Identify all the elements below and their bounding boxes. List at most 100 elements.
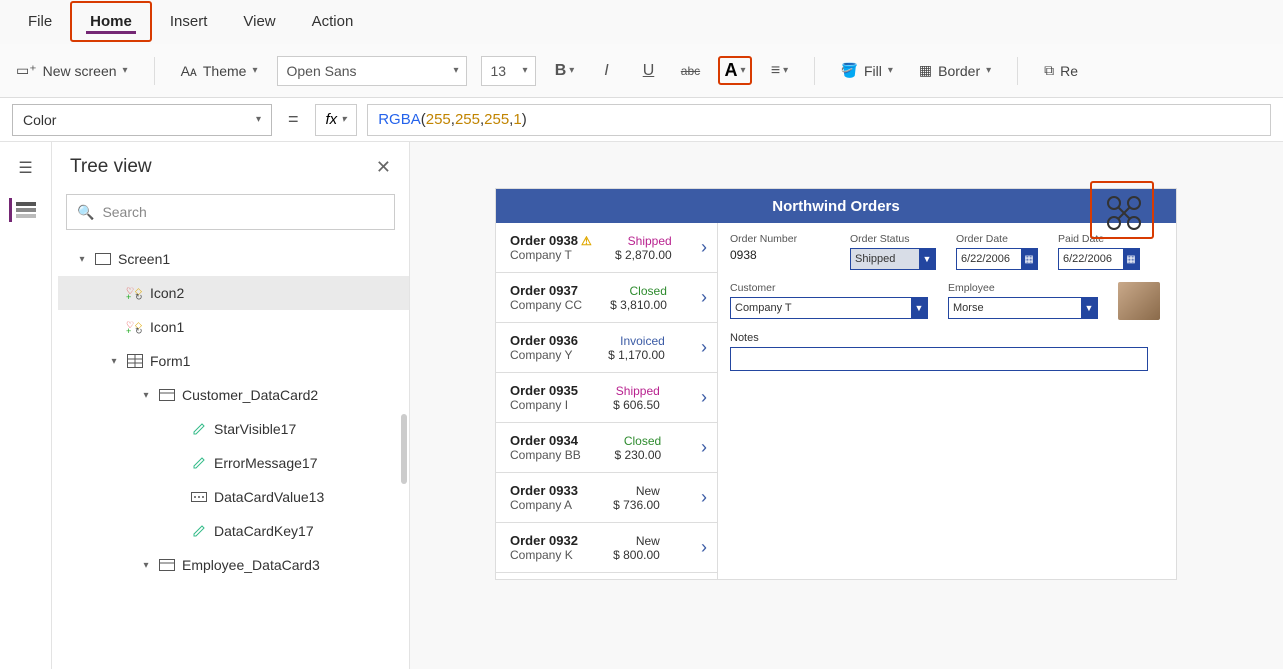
menu-view[interactable]: View bbox=[225, 3, 293, 40]
align-button[interactable]: ≡▾ bbox=[766, 57, 794, 85]
reorder-button[interactable]: ⧉ Re bbox=[1038, 58, 1084, 83]
tree-item[interactable]: DataCardKey17 bbox=[58, 514, 409, 548]
fx-label: fx bbox=[326, 111, 338, 128]
tree-item[interactable]: ▾Screen1 bbox=[58, 242, 409, 276]
order-amount: $ 606.50 bbox=[613, 398, 660, 412]
fx-button[interactable]: fx ▾ bbox=[315, 104, 358, 136]
menu-file[interactable]: File bbox=[10, 3, 70, 40]
order-date-input[interactable]: 6/22/2006 ▦ bbox=[956, 248, 1038, 270]
order-status-dropdown[interactable]: Shipped ▼ bbox=[850, 248, 936, 270]
formula-input[interactable]: RGBA(255, 255, 255, 1) bbox=[367, 104, 1271, 136]
tree-item-label: DataCardKey17 bbox=[214, 523, 314, 539]
order-company: Company A bbox=[510, 498, 578, 512]
fill-label: Fill bbox=[864, 63, 882, 79]
order-row[interactable]: Order 0935Company IShipped$ 606.50› bbox=[496, 373, 717, 423]
order-number-value: 0938 bbox=[730, 248, 830, 262]
app-title: Northwind Orders bbox=[496, 189, 1176, 223]
order-row[interactable]: Order 0937Company CCClosed$ 3,810.00› bbox=[496, 273, 717, 323]
chevron-right-icon: › bbox=[701, 287, 707, 308]
customer-dropdown[interactable]: Company T ▼ bbox=[730, 297, 928, 319]
card-icon bbox=[158, 386, 176, 404]
order-amount: $ 230.00 bbox=[614, 448, 661, 462]
tree-item-label: DataCardValue13 bbox=[214, 489, 324, 505]
tree-item[interactable]: ♡◇+↻ Icon1 bbox=[58, 310, 409, 344]
notes-input[interactable] bbox=[730, 347, 1148, 371]
border-button[interactable]: ▦ Border ▾ bbox=[913, 58, 997, 83]
underline-button[interactable]: U bbox=[634, 57, 662, 85]
fill-icon: 🪣 bbox=[841, 62, 858, 79]
order-list[interactable]: Order 0938⚠Company TShipped$ 2,870.00›Or… bbox=[496, 223, 718, 579]
tree-list: ▾Screen1♡◇+↻Icon2♡◇+↻Icon1▾Form1▾Custome… bbox=[52, 238, 409, 669]
tree-view-icon[interactable] bbox=[9, 198, 39, 222]
app-canvas[interactable]: Northwind Orders Order 0938⚠Company TShi… bbox=[496, 189, 1176, 579]
order-status: Shipped bbox=[616, 384, 660, 398]
svg-text:↻: ↻ bbox=[135, 292, 143, 300]
chevron-down-icon: ▾ bbox=[256, 114, 261, 125]
expand-icon[interactable]: ▾ bbox=[140, 390, 152, 401]
formula-arg: 255 bbox=[426, 111, 451, 128]
menu-action[interactable]: Action bbox=[294, 3, 372, 40]
italic-button[interactable]: I bbox=[592, 57, 620, 85]
reorder-label: Re bbox=[1060, 63, 1078, 79]
paid-date-input[interactable]: 6/22/2006 ▦ bbox=[1058, 248, 1140, 270]
property-dropdown[interactable]: Color ▾ bbox=[12, 104, 272, 136]
theme-button[interactable]: Aᴀ Theme ▾ bbox=[175, 59, 264, 83]
order-date-value: 6/22/2006 bbox=[961, 253, 1010, 265]
font-size-dropdown[interactable]: 13 ▾ bbox=[481, 56, 536, 86]
expand-icon[interactable]: ▾ bbox=[76, 254, 88, 265]
employee-label: Employee bbox=[948, 282, 1098, 294]
iconadd-icon: ♡◇+↻ bbox=[126, 318, 144, 336]
employee-value: Morse bbox=[953, 302, 984, 314]
order-row[interactable]: Order 0936Company YInvoiced$ 1,170.00› bbox=[496, 323, 717, 373]
tree-item[interactable]: ▾ Customer_DataCard2 bbox=[58, 378, 409, 412]
tree-item-label: Customer_DataCard2 bbox=[182, 387, 318, 403]
font-family-dropdown[interactable]: Open Sans ▾ bbox=[277, 56, 467, 86]
strikethrough-button[interactable]: abc bbox=[676, 57, 704, 85]
search-placeholder: Search bbox=[102, 204, 146, 220]
tree-item[interactable]: ErrorMessage17 bbox=[58, 446, 409, 480]
font-color-button[interactable]: A▾ bbox=[718, 56, 751, 85]
bold-button[interactable]: B▾ bbox=[550, 57, 578, 85]
order-row[interactable]: Order 0934Company BBClosed$ 230.00› bbox=[496, 423, 717, 473]
order-row[interactable]: Order 0938⚠Company TShipped$ 2,870.00› bbox=[496, 223, 717, 273]
order-row[interactable]: Order 0932Company KNew$ 800.00› bbox=[496, 523, 717, 573]
tree-item[interactable]: ▾Form1 bbox=[58, 344, 409, 378]
tree-item-label: Employee_DataCard3 bbox=[182, 557, 320, 573]
ribbon: ▭⁺ New screen ▾ Aᴀ Theme ▾ Open Sans ▾ 1… bbox=[0, 44, 1283, 98]
new-screen-button[interactable]: ▭⁺ New screen ▾ bbox=[10, 58, 134, 83]
order-status: New bbox=[636, 534, 660, 548]
order-id: Order 0932 bbox=[510, 533, 578, 548]
chevron-down-icon: ▼ bbox=[1081, 298, 1097, 318]
order-amount: $ 2,870.00 bbox=[615, 248, 672, 262]
close-icon[interactable]: ✕ bbox=[376, 157, 391, 178]
scrollbar[interactable] bbox=[401, 414, 407, 484]
new-screen-icon: ▭⁺ bbox=[16, 62, 37, 79]
menu-home[interactable]: Home bbox=[70, 1, 152, 42]
tree-item-label: ErrorMessage17 bbox=[214, 455, 318, 471]
tree-item[interactable]: ▾ Employee_DataCard3 bbox=[58, 548, 409, 582]
tree-item[interactable]: ♡◇+↻Icon2 bbox=[58, 276, 409, 310]
order-amount: $ 736.00 bbox=[613, 498, 660, 512]
hamburger-icon[interactable]: ☰ bbox=[11, 156, 41, 180]
search-input[interactable]: 🔍 Search bbox=[66, 194, 395, 230]
expand-icon[interactable]: ▾ bbox=[140, 560, 152, 571]
input-icon bbox=[190, 488, 208, 506]
order-status: Closed bbox=[630, 284, 667, 298]
tree-item[interactable]: StarVisible17 bbox=[58, 412, 409, 446]
reorder-icon: ⧉ bbox=[1044, 62, 1054, 79]
tree-item-label: Icon1 bbox=[150, 319, 184, 335]
order-id: Order 0938⚠ bbox=[510, 233, 592, 248]
order-row[interactable]: Order 0933Company ANew$ 736.00› bbox=[496, 473, 717, 523]
calendar-icon: ▦ bbox=[1123, 249, 1139, 269]
menu-insert[interactable]: Insert bbox=[152, 3, 226, 40]
separator bbox=[154, 57, 155, 85]
order-date-label: Order Date bbox=[956, 233, 1038, 245]
expand-icon[interactable]: ▾ bbox=[108, 356, 120, 367]
tree-item[interactable]: DataCardValue13 bbox=[58, 480, 409, 514]
employee-dropdown[interactable]: Morse ▼ bbox=[948, 297, 1098, 319]
chevron-down-icon: ▾ bbox=[453, 65, 458, 76]
order-status-value: Shipped bbox=[855, 253, 895, 265]
fill-button[interactable]: 🪣 Fill ▾ bbox=[835, 58, 899, 83]
order-amount: $ 800.00 bbox=[613, 548, 660, 562]
tree-title: Tree view bbox=[70, 156, 152, 178]
